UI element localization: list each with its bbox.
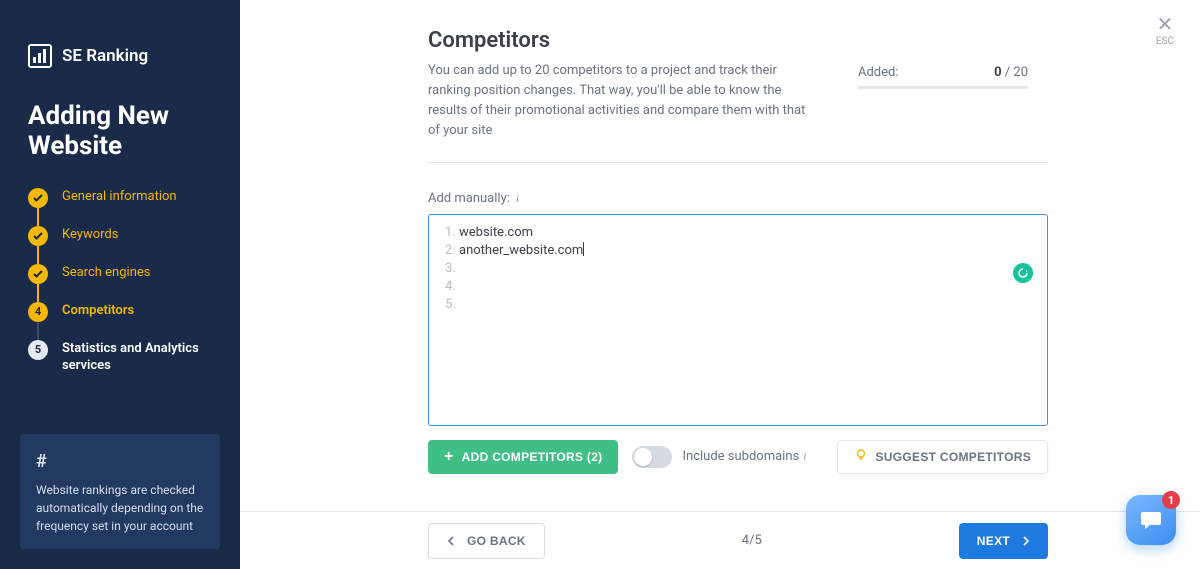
- step-label: General information: [62, 188, 177, 206]
- step-keywords[interactable]: Keywords: [28, 226, 212, 246]
- manual-label: Add manually: i: [428, 191, 1048, 206]
- page-description: You can add up to 20 competitors to a pr…: [428, 61, 808, 142]
- wizard-title: Adding New Website: [28, 102, 212, 162]
- page-title: Competitors: [428, 28, 1048, 53]
- suggest-competitors-button[interactable]: SUGGEST COMPETITORS: [837, 440, 1049, 474]
- manual-line: another_website.com: [459, 243, 583, 258]
- add-button-label: ADD COMPETITORS (2): [462, 450, 603, 464]
- step-competitors[interactable]: 4 Competitors: [28, 302, 212, 322]
- check-icon: [28, 264, 48, 284]
- brand-name: SE Ranking: [62, 46, 148, 66]
- next-label: NEXT: [977, 534, 1010, 548]
- toggle-label: Include subdomains: [682, 449, 799, 464]
- info-icon[interactable]: i: [516, 191, 519, 206]
- text-caret: [583, 242, 584, 256]
- step-connector: [37, 284, 39, 302]
- check-icon: [28, 188, 48, 208]
- page-indicator: 4/5: [742, 533, 762, 548]
- step-search-engines[interactable]: Search engines: [28, 264, 212, 284]
- go-back-button[interactable]: GO BACK: [428, 523, 545, 559]
- plus-icon: +: [444, 448, 454, 466]
- step-label: Statistics and Analytics services: [62, 340, 212, 375]
- step-label: Keywords: [62, 226, 118, 244]
- back-label: GO BACK: [467, 534, 526, 548]
- chevron-right-icon: [1022, 536, 1030, 546]
- info-icon[interactable]: i: [803, 449, 806, 464]
- close-label: ESC: [1156, 36, 1174, 47]
- step-number-icon: 5: [28, 340, 48, 360]
- chat-icon: [1139, 508, 1163, 532]
- step-connector: [37, 208, 39, 226]
- manual-input[interactable]: website.com another_website.com: [428, 214, 1048, 426]
- added-value: 0: [994, 65, 1001, 80]
- added-max: / 20: [1005, 65, 1028, 80]
- step-statistics[interactable]: 5 Statistics and Analytics services: [28, 340, 212, 375]
- chevron-left-icon: [447, 536, 455, 546]
- bulb-icon: [854, 448, 868, 465]
- check-icon: [28, 226, 48, 246]
- step-connector: [37, 246, 39, 264]
- step-label: Competitors: [62, 302, 134, 320]
- step-general-information[interactable]: General information: [28, 188, 212, 208]
- grammarly-icon[interactable]: [1013, 263, 1033, 283]
- wizard-steps: General information Keywords Search engi…: [28, 188, 212, 375]
- step-connector: [37, 322, 39, 340]
- toggle-knob: [634, 448, 652, 466]
- chat-button[interactable]: 1: [1126, 495, 1176, 545]
- next-button[interactable]: NEXT: [959, 523, 1048, 559]
- main: ✕ ESC Competitors You can add up to 20 c…: [240, 0, 1200, 569]
- notification-badge: 1: [1162, 491, 1180, 509]
- step-label: Search engines: [62, 264, 150, 282]
- manual-line: website.com: [459, 225, 533, 240]
- hash-icon: #: [36, 448, 204, 475]
- footer: GO BACK 4/5 NEXT: [240, 511, 1200, 569]
- progress-bar: [858, 86, 1028, 89]
- close-button[interactable]: ✕ ESC: [1156, 14, 1174, 47]
- added-label: Added:: [858, 65, 899, 80]
- added-counter: Added: 0 / 20: [858, 65, 1028, 89]
- step-number-icon: 4: [28, 302, 48, 322]
- close-icon: ✕: [1157, 14, 1174, 34]
- include-subdomains-toggle[interactable]: [632, 446, 672, 468]
- tip-text: Website rankings are checked automatical…: [36, 483, 203, 533]
- suggest-button-label: SUGGEST COMPETITORS: [876, 450, 1032, 464]
- brand-logo-icon: [28, 44, 52, 68]
- sidebar: SE Ranking Adding New Website General in…: [0, 0, 240, 569]
- brand: SE Ranking: [28, 44, 212, 68]
- tip-box: # Website rankings are checked automatic…: [20, 434, 220, 549]
- add-competitors-button[interactable]: + ADD COMPETITORS (2): [428, 440, 618, 474]
- divider: [428, 162, 1048, 163]
